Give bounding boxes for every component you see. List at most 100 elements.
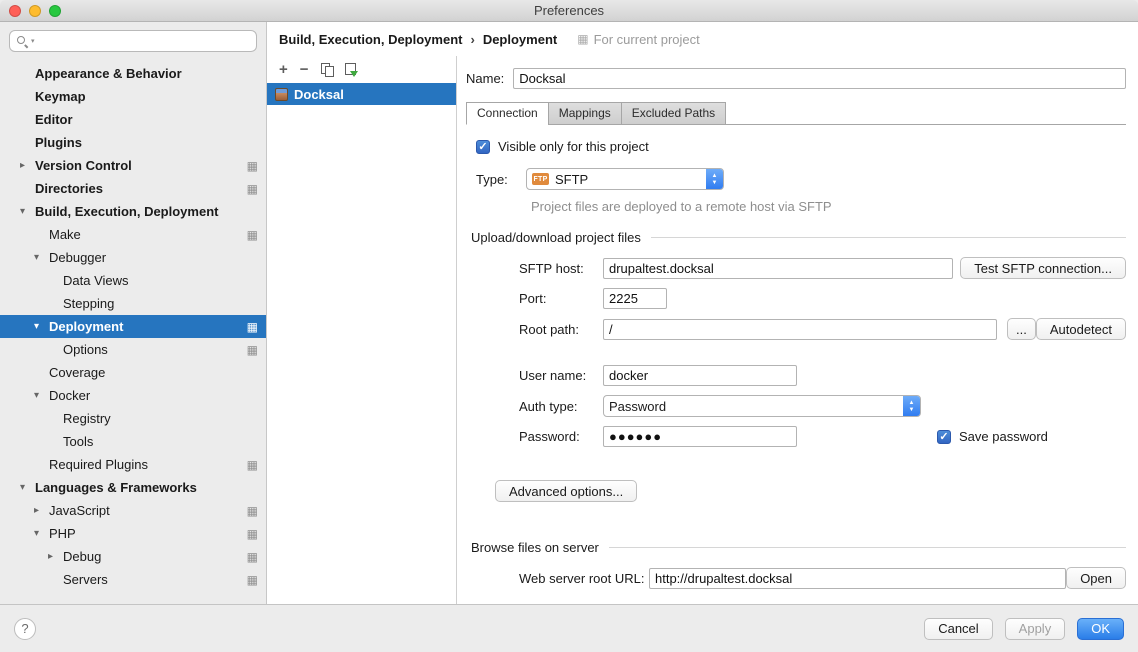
sidebar-item-languages-frameworks[interactable]: ▾ Languages & Frameworks	[0, 476, 266, 499]
browse-section-header: Browse files on server	[471, 540, 1126, 555]
breadcrumb: Build, Execution, Deployment › Deploymen…	[267, 22, 1138, 56]
sidebar-item-debugger[interactable]: ▾ Debugger	[0, 246, 266, 269]
upload-section-header: Upload/download project files	[471, 230, 1126, 245]
expanded-arrow-icon[interactable]: ▾	[34, 528, 49, 539]
sidebar-item-appearance-behavior[interactable]: Appearance & Behavior	[0, 62, 266, 85]
password-input[interactable]	[603, 426, 797, 447]
web-root-input[interactable]	[649, 568, 1066, 589]
minimize-button[interactable]	[29, 5, 41, 17]
current-project-icon: ▦	[247, 573, 258, 587]
port-input[interactable]	[603, 288, 667, 309]
sidebar-item-data-views[interactable]: Data Views	[0, 269, 266, 292]
zoom-button[interactable]	[49, 5, 61, 17]
titlebar: Preferences	[0, 0, 1138, 22]
window-title: Preferences	[534, 3, 604, 18]
copy-server-button[interactable]	[321, 63, 333, 76]
add-server-button[interactable]: +	[279, 62, 288, 77]
visible-only-row: ✓ Visible only for this project	[471, 139, 1126, 154]
current-project-icon: ▦	[247, 159, 258, 173]
browse-root-path-button[interactable]: ...	[1007, 318, 1036, 340]
root-path-label: Root path:	[519, 322, 603, 337]
current-project-label: For current project	[594, 32, 700, 47]
sidebar-item-servers[interactable]: Servers ▦	[0, 568, 266, 591]
deployment-server-icon	[275, 88, 288, 101]
sidebar-item-registry[interactable]: Registry	[0, 407, 266, 430]
sidebar-item-debug[interactable]: ▸ Debug ▦	[0, 545, 266, 568]
save-password-row: ✓ Save password	[937, 429, 1048, 444]
current-project-icon: ▦	[247, 550, 258, 564]
auth-type-dropdown[interactable]: Password ▲ ▼	[603, 395, 921, 417]
sidebar-item-options[interactable]: Options ▦	[0, 338, 266, 361]
sidebar-item-make[interactable]: Make ▦	[0, 223, 266, 246]
visible-only-checkbox[interactable]: ✓	[476, 140, 490, 154]
apply-button[interactable]: Apply	[1005, 618, 1066, 640]
name-label: Name:	[466, 71, 504, 86]
server-list-item-docksal[interactable]: Docksal	[267, 83, 456, 105]
tab-mappings[interactable]: Mappings	[548, 102, 622, 125]
close-button[interactable]	[9, 5, 21, 17]
deployment-form: Name: Connection Mappings Excluded Paths…	[457, 56, 1138, 604]
sftp-icon: FTP	[532, 173, 549, 185]
collapsed-arrow-icon[interactable]: ▸	[20, 160, 35, 171]
visible-only-label: Visible only for this project	[498, 139, 649, 154]
ok-button[interactable]: OK	[1077, 618, 1124, 640]
expanded-arrow-icon[interactable]: ▾	[34, 252, 49, 263]
type-dropdown[interactable]: FTP SFTP ▲ ▼	[526, 168, 724, 190]
expanded-arrow-icon[interactable]: ▾	[34, 321, 49, 332]
sidebar-item-plugins[interactable]: Plugins	[0, 131, 266, 154]
advanced-options-button[interactable]: Advanced options...	[495, 480, 637, 502]
dropdown-stepper-icon: ▲ ▼	[706, 168, 723, 190]
sidebar-item-version-control[interactable]: ▸ Version Control ▦	[0, 154, 266, 177]
auth-type-value: Password	[609, 399, 897, 414]
sidebar-item-deployment[interactable]: ▾ Deployment ▦	[0, 315, 266, 338]
tab-connection[interactable]: Connection	[466, 102, 549, 125]
sidebar-item-docker[interactable]: ▾ Docker	[0, 384, 266, 407]
dialog-footer: ? Cancel Apply OK	[0, 604, 1138, 652]
sidebar-item-editor[interactable]: Editor	[0, 108, 266, 131]
name-input[interactable]	[513, 68, 1126, 89]
current-project-icon: ▦	[577, 32, 588, 46]
collapsed-arrow-icon[interactable]: ▸	[34, 505, 49, 516]
sidebar-item-php[interactable]: ▾ PHP ▦	[0, 522, 266, 545]
collapsed-arrow-icon[interactable]: ▸	[48, 551, 63, 562]
current-project-icon: ▦	[247, 320, 258, 334]
help-button[interactable]: ?	[14, 618, 36, 640]
search-caret-icon: ▾	[31, 37, 35, 45]
current-project-icon: ▦	[247, 504, 258, 518]
sidebar-item-stepping[interactable]: Stepping	[0, 292, 266, 315]
tab-excluded-paths[interactable]: Excluded Paths	[621, 102, 726, 125]
sidebar-item-coverage[interactable]: Coverage	[0, 361, 266, 384]
sidebar-item-keymap[interactable]: Keymap	[0, 85, 266, 108]
auth-type-label: Auth type:	[519, 399, 603, 414]
type-value: SFTP	[555, 172, 700, 187]
server-list: Docksal	[267, 82, 456, 604]
expanded-arrow-icon[interactable]: ▾	[34, 390, 49, 401]
expanded-arrow-icon[interactable]: ▾	[20, 482, 35, 493]
user-name-label: User name:	[519, 368, 603, 383]
import-server-button[interactable]	[345, 63, 356, 75]
server-list-panel: + − Docksal	[267, 56, 457, 604]
settings-search[interactable]: ▾	[9, 30, 257, 52]
sidebar-item-build-execution-deployment[interactable]: ▾ Build, Execution, Deployment	[0, 200, 266, 223]
password-label: Password:	[519, 429, 603, 444]
sidebar-item-tools[interactable]: Tools	[0, 430, 266, 453]
root-path-input[interactable]	[603, 319, 997, 340]
current-project-icon: ▦	[247, 458, 258, 472]
autodetect-button[interactable]: Autodetect	[1036, 318, 1126, 340]
sftp-host-input[interactable]	[603, 258, 953, 279]
test-sftp-connection-button[interactable]: Test SFTP connection...	[960, 257, 1126, 279]
current-project-icon: ▦	[247, 228, 258, 242]
open-button[interactable]: Open	[1066, 567, 1126, 589]
server-name: Docksal	[294, 87, 344, 102]
user-name-input[interactable]	[603, 365, 797, 386]
type-label: Type:	[476, 172, 526, 187]
sidebar-item-javascript[interactable]: ▸ JavaScript ▦	[0, 499, 266, 522]
sidebar-item-directories[interactable]: Directories ▦	[0, 177, 266, 200]
sidebar-item-required-plugins[interactable]: Required Plugins ▦	[0, 453, 266, 476]
remove-server-button[interactable]: −	[300, 62, 309, 77]
search-input[interactable]	[37, 34, 250, 48]
breadcrumb-parent[interactable]: Build, Execution, Deployment	[279, 32, 462, 47]
expanded-arrow-icon[interactable]: ▾	[20, 206, 35, 217]
cancel-button[interactable]: Cancel	[924, 618, 992, 640]
save-password-checkbox[interactable]: ✓	[937, 430, 951, 444]
